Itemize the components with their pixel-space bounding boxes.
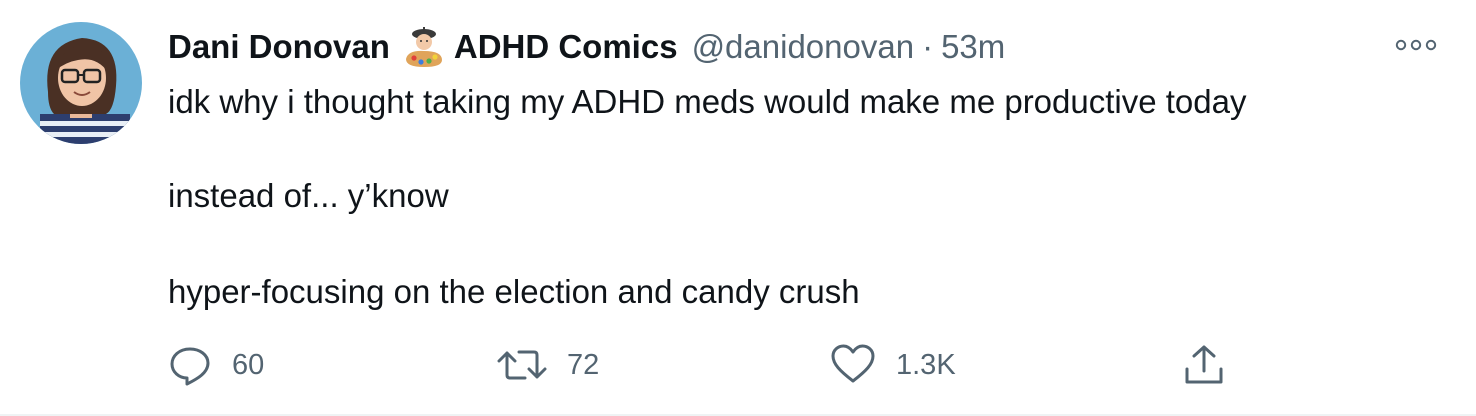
tweet-timestamp[interactable]: 53m: [941, 24, 1005, 70]
author-name[interactable]: Dani Donovan: [168, 24, 390, 70]
profile-avatar[interactable]: [20, 22, 142, 144]
more-options-icon[interactable]: [1392, 34, 1440, 56]
share-icon: [1185, 345, 1223, 384]
heart-icon: [831, 344, 875, 383]
reply-count: 60: [232, 349, 265, 381]
separator-dot: ·: [922, 28, 934, 65]
retweet-count: 72: [567, 349, 600, 381]
tweet[interactable]: Dani Donovan ADHD Comics @danidonovan · …: [0, 0, 1476, 416]
artist-emoji-icon: [402, 25, 446, 69]
share-button[interactable]: [1182, 340, 1226, 390]
tweet-text-line: hyper-focusing on the election and candy…: [168, 273, 860, 310]
tweet-header: Dani Donovan ADHD Comics @danidonovan · …: [168, 24, 1005, 70]
tweet-text-line: instead of... y’know: [168, 177, 449, 214]
tweet-text-line: idk why i thought taking my ADHD meds wo…: [168, 83, 1247, 120]
like-button[interactable]: 1.3K: [830, 340, 956, 390]
retweet-button[interactable]: 72: [497, 340, 599, 390]
retweet-icon: [497, 350, 547, 380]
reply-icon: [170, 347, 210, 386]
tweet-actions: 60 72 1.3K: [0, 340, 1476, 390]
reply-button[interactable]: 60: [168, 340, 264, 390]
like-count: 1.3K: [896, 349, 956, 381]
author-handle[interactable]: @danidonovan: [692, 24, 915, 70]
author-name-suffix[interactable]: ADHD Comics: [454, 24, 678, 70]
